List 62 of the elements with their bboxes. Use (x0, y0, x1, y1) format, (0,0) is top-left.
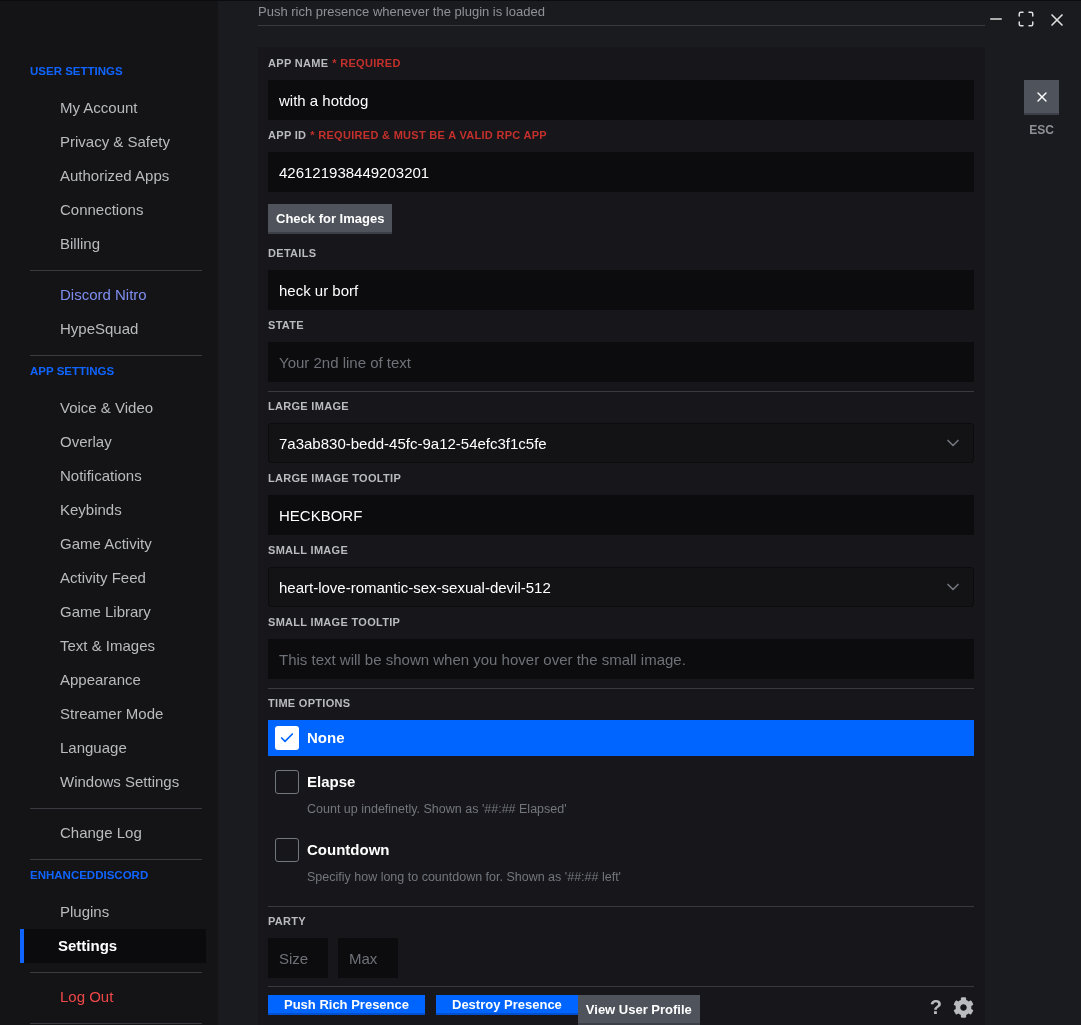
sidebar-item[interactable]: Streamer Mode (30, 697, 202, 731)
checkbox[interactable] (275, 726, 299, 750)
sidebar-item[interactable]: Log Out (30, 980, 202, 1014)
sidebar-item[interactable]: Connections (30, 193, 202, 227)
field-label: STATE (268, 319, 305, 331)
check-images-button[interactable]: Check for Images (268, 204, 393, 234)
field-label: SMALL IMAGE TOOLTIP (268, 616, 402, 628)
action-button[interactable]: Destroy Presence (436, 995, 578, 1015)
sidebar-item[interactable]: Game Library (30, 595, 202, 629)
section-header: APP SETTINGS (30, 364, 116, 378)
field-label: LARGE IMAGE (268, 400, 350, 412)
select-field[interactable]: heart-love-romantic-sex-sexual-devil-512 (268, 567, 974, 607)
sidebar-item[interactable]: My Account (30, 91, 202, 125)
sidebar-item[interactable]: Activity Feed (30, 561, 202, 595)
field-label: LARGE IMAGE TOOLTIP (268, 472, 403, 484)
sidebar-item[interactable]: Billing (30, 227, 202, 261)
esc-label: ESC (1029, 123, 1054, 137)
description-text: Push rich presence whenever the plugin is loaded (258, 1, 985, 26)
number-field[interactable]: Max (338, 938, 398, 978)
close-button[interactable] (1024, 80, 1059, 115)
settings-icon[interactable] (953, 997, 974, 1018)
time-option[interactable]: Elapse Count up indefinetly. Shown as '##:## Elapsed' (268, 756, 974, 824)
maximize-icon[interactable] (1017, 10, 1035, 28)
sidebar-item[interactable]: Plugins (30, 895, 202, 929)
sidebar-item[interactable]: Discord Nitro (30, 278, 202, 312)
field-label: APP ID * REQUIRED & MUST BE A VALID RPC APP (268, 129, 548, 141)
section-header: ENHANCEDDISCORD (30, 868, 150, 882)
sidebar-item[interactable]: Authorized Apps (30, 159, 202, 193)
field-label: APP NAME * REQUIRED (268, 57, 402, 69)
action-button[interactable]: Push Rich Presence (268, 995, 425, 1015)
text-field[interactable]: HECKBORF (268, 495, 974, 535)
time-option[interactable]: None (268, 720, 974, 756)
sidebar-item[interactable]: Windows Settings (30, 765, 202, 799)
sidebar-item[interactable]: Keybinds (30, 493, 202, 527)
sidebar-item[interactable]: Overlay (30, 425, 202, 459)
action-button[interactable]: View User Profile (577, 995, 700, 1025)
field-label: SMALL IMAGE (268, 544, 350, 556)
checkbox[interactable] (275, 838, 299, 862)
sidebar-item[interactable]: Language (30, 731, 202, 765)
sidebar-item[interactable]: HypeSquad (30, 312, 202, 346)
select-field[interactable]: 7a3ab830-bedd-45fc-9a12-54efc3f1c5fe (268, 423, 974, 463)
field-label: TIME OPTIONS (268, 697, 352, 709)
sidebar-item[interactable]: Change Log (30, 816, 202, 850)
help-button[interactable]: ? (929, 995, 942, 1019)
text-field[interactable]: with a hotdog (268, 80, 974, 120)
sidebar-item[interactable]: Voice & Video (30, 391, 202, 425)
field-label: PARTY (268, 915, 307, 927)
text-field[interactable]: heck ur borf (268, 270, 974, 310)
sidebar-item[interactable]: Game Activity (30, 527, 202, 561)
text-field[interactable]: Your 2nd line of text (268, 342, 974, 382)
sidebar-item[interactable]: Text & Images (30, 629, 202, 663)
sidebar-item[interactable]: Privacy & Safety (30, 125, 202, 159)
text-field[interactable]: 426121938449203201 (268, 152, 974, 192)
sidebar-item[interactable]: Notifications (30, 459, 202, 493)
checkbox[interactable] (275, 770, 299, 794)
sidebar-item[interactable]: Appearance (30, 663, 202, 697)
section-header: USER SETTINGS (30, 64, 124, 78)
text-field[interactable]: This text will be shown when you hover over the small image. (268, 639, 974, 679)
number-field[interactable]: Size (268, 938, 328, 978)
field-label: DETAILS (268, 247, 318, 259)
time-option[interactable]: Countdown Specifiy how long to countdown for. Shown as '##:## left' (268, 824, 974, 892)
sidebar-item[interactable]: Settings (20, 929, 206, 963)
